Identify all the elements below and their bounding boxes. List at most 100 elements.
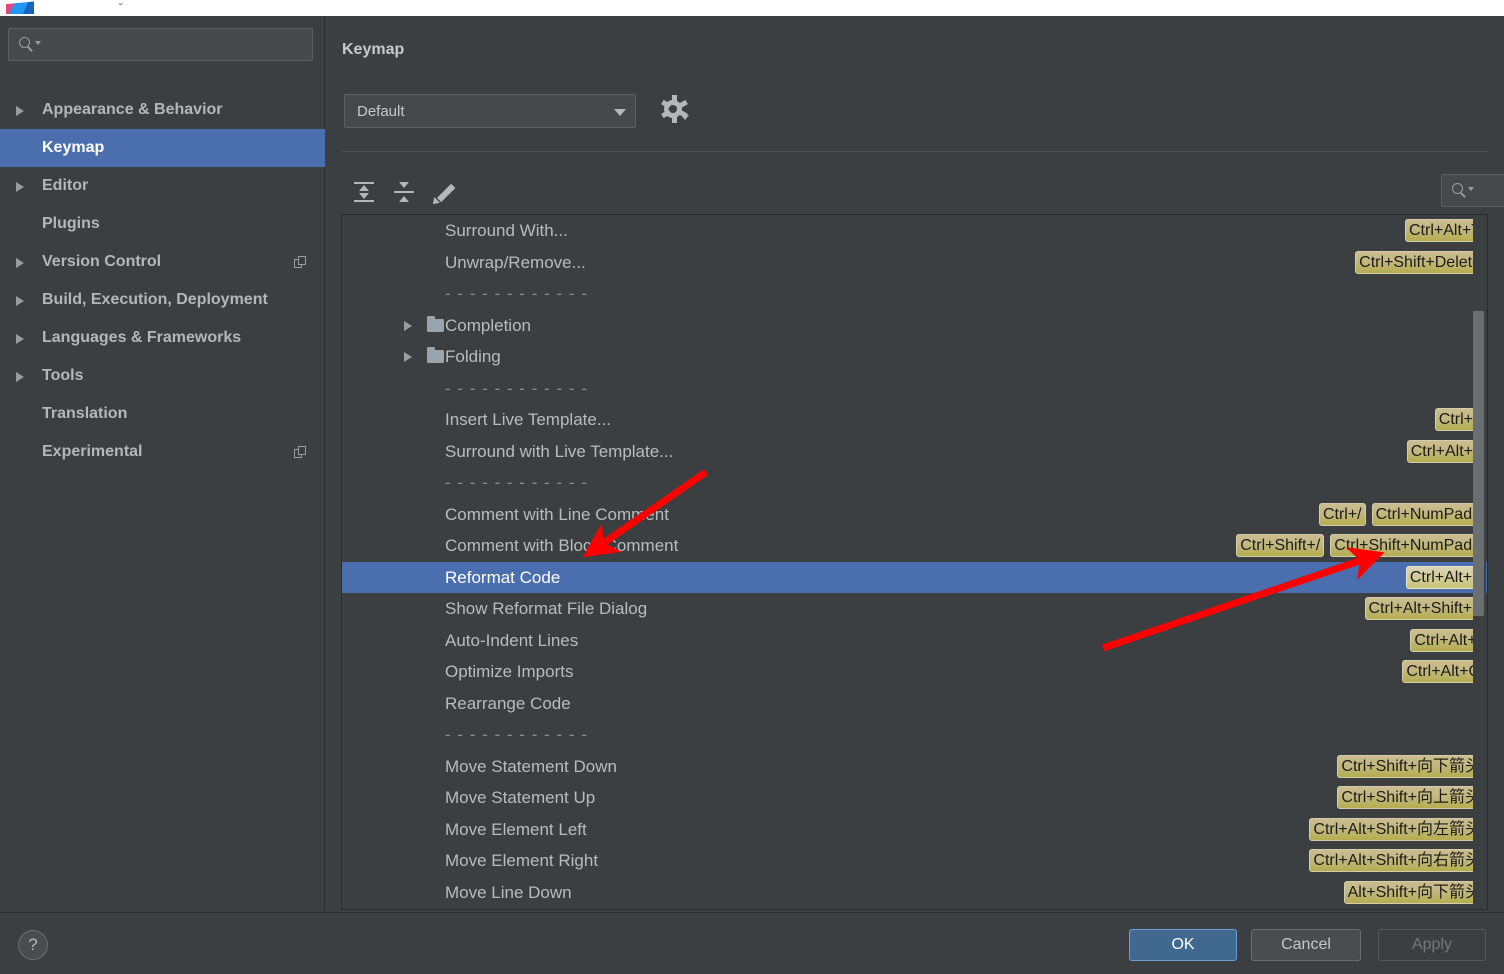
sidebar-item-appearance-behavior[interactable]: Appearance & Behavior [0,91,325,129]
action-name: Folding [445,347,501,366]
list-separator: - - - - - - - - - - - - [342,278,1487,310]
action-name: Move Statement Up [445,788,596,807]
sidebar-item-editor[interactable]: Editor [0,167,325,205]
action-name: Insert Live Template... [445,410,611,429]
separator-label: - - - - - - - - - - - - [445,725,588,744]
sidebar-item-label: Translation [42,405,128,422]
chevron-right-icon[interactable] [404,352,412,362]
chevron-right-icon[interactable] [404,320,412,331]
action-group-row[interactable]: Completion [342,310,1487,342]
panel-divider [342,151,1488,152]
settings-sidebar: Appearance & Behavior Keymap Editor Plugins… [0,16,325,911]
sidebar-search-box[interactable] [8,28,313,61]
window-controls[interactable]: — □ ✕ [1427,2,1498,3]
shortcut-badge[interactable]: Ctrl+NumPad / [1371,502,1485,526]
chevron-right-icon[interactable] [16,182,24,192]
sidebar-item-keymap[interactable]: Keymap [0,129,325,167]
chevron-down-icon [614,109,626,116]
shortcut-badges: Ctrl+Alt+O [1396,656,1485,688]
action-row[interactable]: Comment with Block Comment Ctrl+Shift+/Ct… [342,530,1487,562]
expand-all-button[interactable] [344,174,384,210]
chevron-right-icon[interactable] [16,258,24,268]
shortcut-badge[interactable]: Ctrl+Shift+向上箭头 [1337,786,1485,809]
copy-icon [294,256,307,269]
sidebar-item-build-execution-deployment[interactable]: Build, Execution, Deployment [0,281,325,319]
shortcut-badge[interactable]: Ctrl+Shift+/ [1236,534,1325,557]
keymap-scheme-value: Default [357,103,405,120]
action-group-row[interactable]: Folding [342,341,1487,373]
keymap-search-box[interactable] [1441,174,1504,207]
shortcut-badges: Ctrl+/Ctrl+NumPad / [1313,499,1485,531]
shortcut-badges: Ctrl+Alt+Shift+向左箭头 [1303,814,1485,846]
shortcut-badge[interactable]: Alt+Shift+向下箭头 [1343,880,1485,904]
separator-label: - - - - - - - - - - - - [445,284,588,303]
separator-label: - - - - - - - - - - - - [445,473,588,492]
keymap-settings-gear-button[interactable] [660,95,689,123]
sidebar-item-tools[interactable]: Tools [0,357,325,395]
sidebar-item-translation[interactable]: Translation [0,395,325,433]
action-name: Comment with Line Comment [445,504,669,524]
copy-icon [294,446,307,459]
dialog-footer: ? OK Cancel Apply [0,912,1504,974]
app-logo-icon [6,1,34,14]
shortcut-badge[interactable]: Ctrl+Alt+Shift+向左箭头 [1309,817,1485,841]
action-row[interactable]: Unwrap/Remove... Ctrl+Shift+Delete [342,247,1487,279]
shortcut-badge[interactable]: Ctrl+/ [1318,502,1366,526]
sidebar-item-experimental[interactable]: Experimental [0,433,325,471]
action-row[interactable]: Optimize Imports Ctrl+Alt+O [342,656,1487,688]
action-name: Move Element Left [445,819,587,839]
shortcut-badge[interactable]: Ctrl+Alt+Shift+向右箭头 [1309,849,1485,872]
action-row[interactable]: Move Statement Down Ctrl+Shift+向下箭头 [342,751,1487,783]
window-titlebar: Settings — □ ✕ [0,0,1504,16]
action-row[interactable]: Move Element Left Ctrl+Alt+Shift+向左箭头 [342,814,1487,846]
sidebar-item-label: Version Control [42,253,162,270]
keymap-search-input[interactable] [1476,175,1504,206]
keymap-toolbar [344,174,464,210]
search-icon [1452,183,1467,198]
action-row[interactable]: Insert Live Template... Ctrl+J [342,404,1487,436]
chevron-right-icon[interactable] [16,372,24,382]
ok-button[interactable]: OK [1129,929,1237,961]
sidebar-item-languages-frameworks[interactable]: Languages & Frameworks [0,319,325,357]
chevron-down-icon [1468,187,1474,191]
help-button[interactable]: ? [18,930,48,960]
action-name: Comment with Block Comment [445,536,679,555]
shortcut-badge[interactable]: Ctrl+Shift+NumPad / [1330,534,1485,557]
action-row[interactable]: Surround with Live Template... Ctrl+Alt+J [342,436,1487,468]
action-row[interactable]: Show Reformat File Dialog Ctrl+Alt+Shift+… [342,593,1487,625]
action-row[interactable]: Rearrange Code [342,688,1487,720]
action-row[interactable]: Move Line Down Alt+Shift+向下箭头 [342,877,1487,909]
sidebar-item-label: Editor [42,177,89,194]
page-title: Keymap [342,41,405,58]
chevron-right-icon[interactable] [16,334,24,344]
chevron-right-icon[interactable] [16,296,24,306]
sidebar-item-version-control[interactable]: Version Control [0,243,325,281]
action-row[interactable]: Move Element Right Ctrl+Alt+Shift+向右箭头 [342,845,1487,877]
list-scrollbar-thumb[interactable] [1473,311,1484,616]
sidebar-search-input[interactable] [43,29,308,60]
cancel-button[interactable]: Cancel [1251,929,1361,961]
shortcut-badges: Alt+Shift+向下箭头 [1338,877,1485,909]
chevron-down-icon [35,41,41,45]
collapse-all-button[interactable] [384,174,424,210]
sidebar-item-list: Appearance & Behavior Keymap Editor Plugins… [0,91,325,471]
shortcut-badge[interactable]: Ctrl+Shift+向下箭头 [1337,754,1485,778]
action-name: Move Line Down [445,882,572,902]
shortcut-badge[interactable]: Ctrl+Alt+Shift+L [1364,597,1485,620]
keymap-scheme-select[interactable]: Default [344,94,636,128]
action-row[interactable]: Surround With... Ctrl+Alt+T [342,215,1487,247]
edit-shortcut-button[interactable] [424,174,464,210]
sidebar-item-plugins[interactable]: Plugins [0,205,325,243]
shortcut-badges: Ctrl+Alt+Shift+L [1359,593,1485,625]
chevron-right-icon[interactable] [16,106,24,116]
shortcut-badge[interactable]: Ctrl+Shift+Delete [1355,250,1485,274]
collapse-all-icon [393,181,415,203]
list-scrollbar-track[interactable] [1473,215,1486,909]
action-row[interactable]: Comment with Line Comment Ctrl+/Ctrl+NumP… [342,499,1487,531]
action-row[interactable]: Reformat Code Ctrl+Alt+L [342,561,1487,593]
keymap-action-list[interactable]: Surround With... Ctrl+Alt+T Unwrap/Remove.… [341,214,1488,910]
shortcut-badges: Ctrl+Shift+向下箭头 [1331,751,1485,783]
chevron-down-icon [681,115,689,120]
action-row[interactable]: Auto-Indent Lines Ctrl+Alt+I [342,625,1487,657]
action-row[interactable]: Move Statement Up Ctrl+Shift+向上箭头 [342,782,1487,814]
